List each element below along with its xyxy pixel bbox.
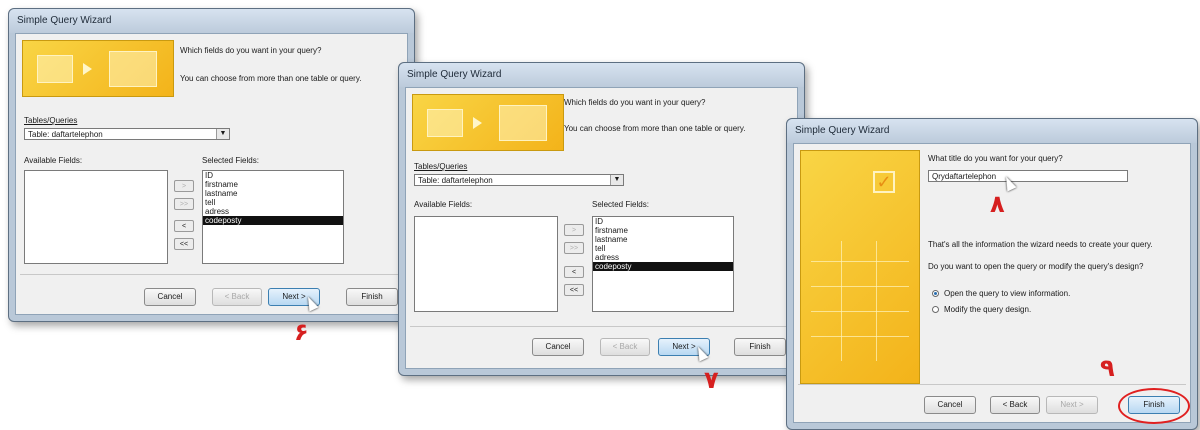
divider — [410, 326, 793, 327]
remove-all-fields-button[interactable]: << — [174, 238, 194, 250]
list-item-selected[interactable]: codeposty — [593, 262, 733, 271]
arrow-graphic — [83, 63, 92, 75]
finish-button[interactable]: Finish — [734, 338, 786, 356]
wizard-banner-image — [412, 94, 564, 151]
available-fields-label: Available Fields: — [414, 200, 473, 209]
list-item[interactable]: ID — [203, 171, 343, 180]
combo-value: Table: daftartelephon — [418, 176, 493, 185]
wizard-client: Which fields do you want in your query? … — [405, 87, 798, 369]
window-title: Simple Query Wizard — [787, 119, 1197, 143]
selected-fields-label: Selected Fields: — [202, 156, 259, 165]
add-all-fields-button[interactable]: >> — [564, 242, 584, 254]
list-item[interactable]: lastname — [203, 189, 343, 198]
chevron-down-icon[interactable]: ▼ — [610, 175, 623, 185]
list-item[interactable]: adress — [593, 253, 733, 262]
back-button[interactable]: < Back — [600, 338, 650, 356]
add-all-fields-button[interactable]: >> — [174, 198, 194, 210]
remove-all-fields-button[interactable]: << — [564, 284, 584, 296]
modify-query-label[interactable]: Modify the query design. — [944, 305, 1031, 314]
back-button[interactable]: < Back — [990, 396, 1040, 414]
list-item[interactable]: adress — [203, 207, 343, 216]
step-number-7: ۷ — [704, 366, 719, 394]
checkmark-icon: ✓ — [873, 171, 895, 193]
window-title: Simple Query Wizard — [399, 63, 804, 87]
title-question: What title do you want for your query? — [928, 154, 1063, 163]
cancel-button[interactable]: Cancel — [924, 396, 976, 414]
selected-fields-list[interactable]: ID firstname lastname tell adress codepo… — [202, 170, 344, 264]
question-fields: Which fields do you want in your query? — [564, 98, 706, 107]
info-text: That's all the information the wizard ne… — [928, 240, 1153, 249]
tables-queries-combo[interactable]: Table: daftartelephon ▼ — [414, 174, 624, 186]
divider — [20, 274, 403, 275]
step-number-6: ۶ — [294, 318, 309, 346]
add-field-button[interactable]: > — [564, 224, 584, 236]
back-button[interactable]: < Back — [212, 288, 262, 306]
window-title: Simple Query Wizard — [9, 9, 414, 33]
available-fields-list[interactable] — [24, 170, 168, 264]
list-item[interactable]: firstname — [203, 180, 343, 189]
tables-queries-label: Tables/Queries — [414, 162, 468, 171]
list-item[interactable]: ID — [593, 217, 733, 226]
highlight-circle — [1118, 388, 1190, 424]
banner-graphic — [841, 241, 842, 361]
cancel-button[interactable]: Cancel — [532, 338, 584, 356]
banner-graphic — [811, 261, 909, 262]
list-item[interactable]: firstname — [593, 226, 733, 235]
wizard-window-2: Simple Query Wizard Which fields do you … — [398, 62, 805, 376]
wizard-window-3: Simple Query Wizard ✓ What title do you … — [786, 118, 1198, 430]
finish-button[interactable]: Finish — [346, 288, 398, 306]
tables-queries-label: Tables/Queries — [24, 116, 78, 125]
open-query-label[interactable]: Open the query to view information. — [944, 289, 1070, 298]
source-table-graphic — [427, 109, 463, 137]
question-fields: Which fields do you want in your query? — [180, 46, 322, 55]
remove-field-button[interactable]: < — [564, 266, 584, 278]
question-multiple: You can choose from more than one table … — [564, 124, 746, 133]
available-fields-list[interactable] — [414, 216, 558, 312]
list-item-selected[interactable]: codeposty — [203, 216, 343, 225]
list-item[interactable]: lastname — [593, 235, 733, 244]
target-table-graphic — [499, 105, 547, 141]
source-table-graphic — [37, 55, 73, 83]
combo-value: Table: daftartelephon — [28, 130, 103, 139]
next-button[interactable]: Next > — [1046, 396, 1098, 414]
banner-graphic — [876, 241, 877, 361]
step-number-9: ۹ — [1100, 354, 1115, 382]
wizard-banner-image — [22, 40, 174, 97]
question-multiple: You can choose from more than one table … — [180, 74, 362, 83]
chevron-down-icon[interactable]: ▼ — [216, 129, 229, 139]
divider — [798, 384, 1186, 385]
wizard-side-banner: ✓ — [800, 150, 920, 384]
selected-fields-label: Selected Fields: — [592, 200, 649, 209]
wizard-client: ✓ What title do you want for your query?… — [793, 143, 1191, 424]
arrow-graphic — [473, 117, 482, 129]
banner-graphic — [811, 311, 909, 312]
banner-graphic — [811, 336, 909, 337]
wizard-window-1: Simple Query Wizard Which fields do you … — [8, 8, 415, 322]
open-query-radio[interactable] — [932, 290, 939, 297]
modify-query-radio[interactable] — [932, 306, 939, 313]
banner-graphic — [811, 286, 909, 287]
list-item[interactable]: tell — [203, 198, 343, 207]
remove-field-button[interactable]: < — [174, 220, 194, 232]
tables-queries-combo[interactable]: Table: daftartelephon ▼ — [24, 128, 230, 140]
open-or-modify-question: Do you want to open the query or modify … — [928, 262, 1144, 271]
selected-fields-list[interactable]: ID firstname lastname tell adress codepo… — [592, 216, 734, 312]
target-table-graphic — [109, 51, 157, 87]
step-number-8: ۸ — [990, 190, 1005, 218]
query-title-input[interactable]: Qrydaftartelephon — [928, 170, 1128, 182]
add-field-button[interactable]: > — [174, 180, 194, 192]
list-item[interactable]: tell — [593, 244, 733, 253]
available-fields-label: Available Fields: — [24, 156, 83, 165]
wizard-client: Which fields do you want in your query? … — [15, 33, 408, 315]
cancel-button[interactable]: Cancel — [144, 288, 196, 306]
